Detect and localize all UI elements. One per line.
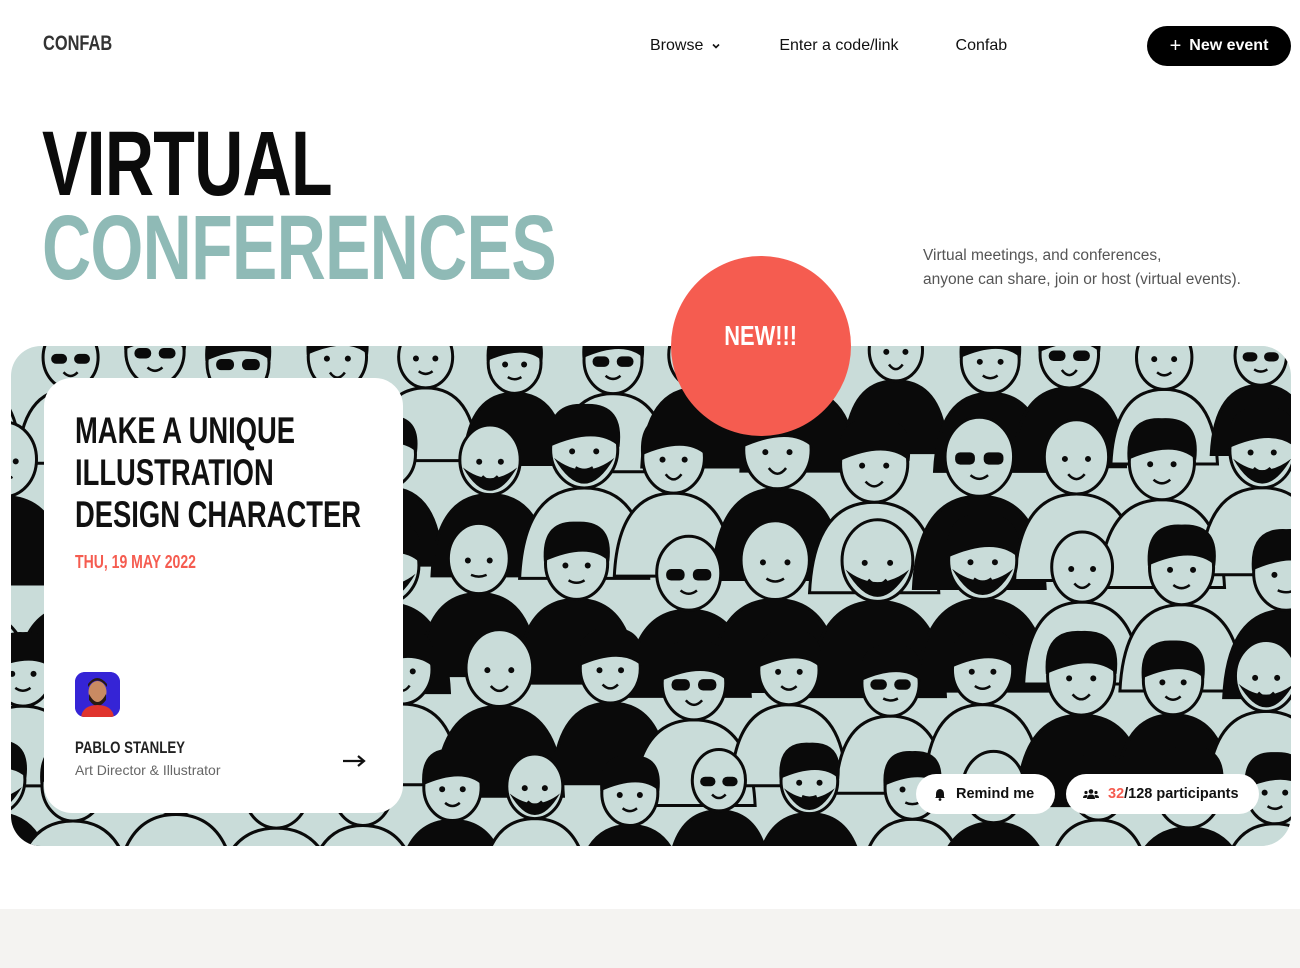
nav-browse-label: Browse	[650, 37, 704, 54]
next-section-band	[0, 909, 1300, 968]
bell-icon	[935, 788, 945, 801]
logo[interactable]: CONFAB	[43, 32, 112, 56]
speaker-role: Art Director & Illustrator	[75, 762, 221, 778]
speaker-name: PABLO STANLEY	[75, 738, 186, 757]
remind-me-label: Remind me	[956, 786, 1035, 802]
participants-current: 32	[1108, 786, 1125, 802]
nav-confab-label: Confab	[955, 37, 1008, 54]
people-icon	[1083, 789, 1099, 799]
event-date: THU, 19 MAY 2022	[75, 552, 196, 572]
hero-tagline: Virtual meetings, and conferences, anyon…	[923, 244, 1273, 292]
remind-me-button[interactable]: Remind me	[916, 774, 1055, 814]
speaker-photo	[75, 672, 120, 717]
nav-enter-code-label: Enter a code/link	[779, 37, 899, 54]
nav-confab[interactable]: Confab	[956, 36, 1008, 56]
arrow-right-icon[interactable]	[342, 754, 366, 768]
new-badge-label: NEW!!!	[724, 320, 798, 351]
event-title: Make a unique illustration design charac…	[75, 410, 361, 535]
participants-total: /128 participants	[1124, 786, 1239, 802]
new-badge: NEW!!!	[671, 256, 851, 436]
main-nav: Browse Enter a code/link Confab	[650, 36, 1007, 56]
tagline-line1: Virtual meetings, and conferences,	[923, 247, 1162, 264]
new-event-button[interactable]: + New event	[1147, 26, 1291, 66]
avatar	[75, 672, 120, 717]
nav-browse[interactable]: Browse	[650, 36, 721, 56]
new-event-label: New event	[1189, 37, 1269, 54]
event-card[interactable]: Make a unique illustration design charac…	[44, 378, 403, 813]
nav-enter-code[interactable]: Enter a code/link	[779, 36, 898, 56]
participants-badge: 32/128 participants	[1066, 774, 1259, 814]
hero-title-line2: CONFERENCES	[42, 197, 557, 299]
tagline-line2: anyone can share, join or host (virtual …	[923, 271, 1241, 288]
plus-icon: +	[1169, 35, 1182, 57]
chevron-down-icon	[712, 43, 720, 49]
